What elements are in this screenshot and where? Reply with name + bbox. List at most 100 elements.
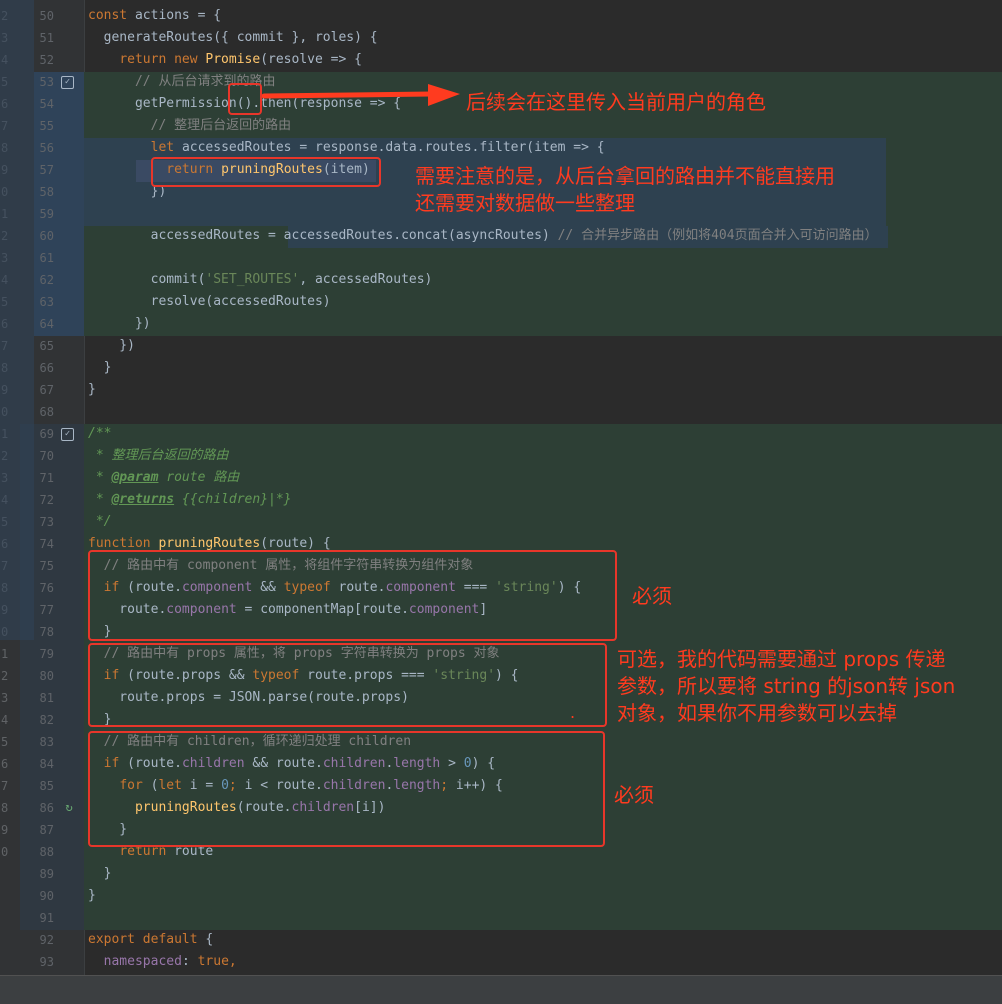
arrow-note: 后续会在这里传入当前用户的角色 (466, 90, 766, 114)
code-token: let (150, 140, 182, 155)
outer-line-number: 4 (1, 713, 9, 727)
code-token: } (88, 360, 112, 375)
line-number: 83 (39, 735, 54, 749)
code-token: } (88, 888, 96, 903)
arrow-annotation (262, 84, 460, 106)
code-line[interactable]: export default { (88, 929, 213, 951)
code-line[interactable]: // 整理后台返回的路由 (88, 115, 291, 137)
code-token: }) (88, 316, 151, 331)
line-number: 65 (39, 339, 54, 353)
line-number: 92 (39, 933, 54, 947)
line-number: 84 (39, 757, 54, 771)
code-token: }) (88, 338, 135, 353)
highlight-box-pruning-call (151, 157, 381, 187)
optional-note-line-2: 参数，所以要将 string 的json转 json (617, 674, 956, 698)
code-token: const (88, 8, 135, 23)
line-number: 73 (39, 515, 54, 529)
line-number: 60 (39, 229, 54, 243)
line-number: 61 (39, 251, 54, 265)
code-token: return new (119, 52, 206, 67)
checkbox-icon[interactable]: ✓ (61, 76, 74, 89)
code-token: (route) { (260, 536, 331, 551)
line-number: 86 (39, 801, 54, 815)
code-line[interactable]: return new Promise(resolve => { (88, 49, 362, 71)
code-token: 'SET_ROUTES' (205, 272, 300, 287)
code-line[interactable]: accessedRoutes = accessedRoutes.concat(a… (88, 225, 878, 247)
code-token: (resolve => { (260, 52, 362, 67)
code-line[interactable]: }) (88, 335, 135, 357)
line-number: 64 (39, 317, 54, 331)
code-line[interactable]: let accessedRoutes = response.data.route… (88, 137, 605, 159)
code-line[interactable]: }) (88, 313, 151, 335)
line-number: 55 (39, 119, 54, 133)
line-number: 56 (39, 141, 54, 155)
code-token: export default (88, 932, 206, 947)
line-number: 82 (39, 713, 54, 727)
code-token: * (88, 470, 112, 485)
code-line[interactable]: commit('SET_ROUTES', accessedRoutes) (88, 269, 433, 291)
note-line-1: 需要注意的是，从后台拿回的路由并不能直接用 (415, 164, 835, 188)
code-line[interactable]: * 整理后台返回的路由 (88, 445, 229, 467)
required-note-1: 必须 (632, 584, 672, 608)
line-number: 68 (39, 405, 54, 419)
line-number: 57 (39, 163, 54, 177)
code-line[interactable]: const actions = { (88, 5, 221, 27)
line-number: 79 (39, 647, 54, 661)
code-token: route 路由 (158, 470, 240, 485)
code-token: commit( (88, 272, 206, 287)
code-token: : (181, 954, 198, 969)
outer-line-number: 2 (1, 669, 9, 683)
code-line[interactable]: * @returns {{children}|*} (88, 489, 292, 511)
line-number: 93 (39, 955, 54, 969)
line-number: 72 (39, 493, 54, 507)
line-number: 53 (39, 75, 54, 89)
line-number: 54 (39, 97, 54, 111)
code-token: actions = { (134, 8, 222, 23)
code-token: {{children}|*} (174, 492, 292, 507)
code-token: Promise (205, 52, 261, 67)
code-line[interactable]: } (88, 379, 96, 401)
code-token: true (197, 954, 229, 969)
code-token: accessedRoutes = response.data.routes.fi… (181, 140, 605, 155)
outer-line-number: 5 (1, 735, 9, 749)
line-number: 59 (39, 207, 54, 221)
checkbox-icon[interactable]: ✓ (61, 428, 74, 441)
code-line[interactable]: resolve(accessedRoutes) (88, 291, 331, 313)
code-line[interactable]: /** (88, 423, 111, 445)
line-number: 76 (39, 581, 54, 595)
required-note-2: 必须 (614, 783, 654, 807)
line-number: 62 (39, 273, 54, 287)
code-line[interactable]: namespaced: true, (88, 951, 237, 973)
code-line[interactable]: } (88, 885, 96, 907)
line-number: 85 (39, 779, 54, 793)
code-token: * 整理后台返回的路由 (88, 448, 229, 463)
recursion-icon[interactable]: ↻ (63, 801, 75, 813)
line-number: 50 (39, 9, 54, 23)
code-token: resolve(accessedRoutes) (88, 294, 331, 309)
code-editor[interactable]: 234567890123456789012345678901234567890 … (0, 0, 1002, 975)
code-line[interactable]: generateRoutes({ commit }, roles) { (88, 27, 378, 49)
line-number: 71 (39, 471, 54, 485)
line-number: 70 (39, 449, 54, 463)
code-token: } (88, 382, 96, 397)
code-token: @param (111, 470, 159, 485)
code-line[interactable]: } (88, 357, 112, 379)
code-line[interactable]: */ (88, 511, 112, 533)
outer-line-number: 3 (1, 691, 9, 705)
code-line[interactable]: } (88, 863, 112, 885)
code-line[interactable]: * @param route 路由 (88, 467, 239, 489)
line-number: 51 (39, 31, 54, 45)
line-number: 77 (39, 603, 54, 617)
code-token: * (88, 492, 112, 507)
code-token: @returns (111, 492, 175, 507)
line-number: 81 (39, 691, 54, 705)
code-token: , (228, 954, 237, 969)
highlight-box-children-block (88, 731, 605, 847)
line-number: 74 (39, 537, 54, 551)
line-number: 88 (39, 845, 54, 859)
line-number: 78 (39, 625, 54, 639)
code-token: , accessedRoutes) (299, 272, 433, 287)
